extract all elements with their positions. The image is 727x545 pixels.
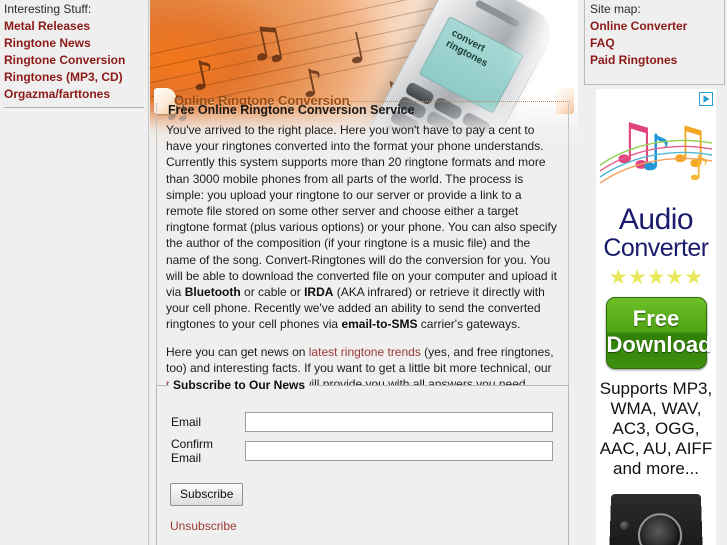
page-title: Free Online Ringtone Conversion Service (168, 103, 415, 117)
center-column: ♪ ♫ ♪ ♩ ♫ ♪ convert ringtones Online Rin… (149, 0, 578, 545)
interesting-stuff-heading: Interesting Stuff: (4, 2, 92, 16)
ad-title-line-2: Converter (603, 233, 709, 262)
sidebar-link-ringtones-mp3-cd[interactable]: Ringtones (MP3, CD) (2, 69, 148, 86)
keyword-bluetooth: Bluetooth (184, 285, 241, 300)
ad-cta-line-2: Download (606, 332, 712, 358)
speaker-led-icon (619, 521, 630, 530)
link-latest-ringtone-trends[interactable]: latest ringtone trends (309, 345, 421, 359)
confirm-email-row: Confirm Email (171, 437, 553, 465)
intro-p2-part-a: Here you can get news on (166, 344, 309, 359)
subscribe-fieldset: Subscribe to Our News Email Confirm Emai… (156, 378, 569, 545)
sitemap-link-online-converter[interactable]: Online Converter (588, 18, 724, 35)
speaker-image (608, 494, 704, 545)
sitemap-link-faq[interactable]: FAQ (588, 35, 724, 52)
subscribe-legend: Subscribe to Our News (169, 378, 310, 392)
sidebar-link-metal-releases[interactable]: Metal Releases (2, 18, 148, 35)
ad-music-notes-image: ♫ ♪ ♫ ♪ (596, 105, 716, 201)
intro-p1-part-a: You've arrived to the right place. Here … (166, 123, 557, 300)
sitemap-heading: Site map: (590, 2, 641, 16)
left-sidebar: Interesting Stuff: Metal Releases Ringto… (0, 0, 149, 545)
ad-rating-stars: ★★★★★ (608, 266, 704, 290)
sidebar-divider (4, 107, 144, 111)
main-content-panel: Free Online Ringtone Conversion Service … (156, 103, 569, 402)
ad-title: Audio Converter (596, 203, 716, 262)
ad-supported-formats: Supports MP3, WMA, WAV, AC3, OGG, AAC, A… (599, 379, 713, 479)
ad-staff-lines (599, 139, 713, 184)
ad-title-line-1: Audio (618, 203, 694, 236)
email-row: Email (171, 411, 553, 433)
sidebar-link-ringtone-news[interactable]: Ringtone News (2, 35, 148, 52)
right-sidebar: Site map: Online Converter FAQ Paid Ring… (578, 0, 727, 545)
ad-cta-line-1: Free (632, 306, 680, 332)
confirm-email-input[interactable] (245, 441, 553, 461)
sitemap-menu: Site map: Online Converter FAQ Paid Ring… (584, 0, 725, 85)
intro-p1-part-b: or cable or (240, 285, 305, 300)
subscribe-button[interactable]: Subscribe (170, 483, 244, 506)
keyword-irda: IRDA (304, 285, 334, 300)
intro-p1-part-d: carrier's gateways. (417, 317, 521, 332)
interesting-stuff-menu: Interesting Stuff: Metal Releases Ringto… (0, 0, 148, 103)
speaker-cone (637, 513, 683, 545)
sidebar-link-orgazma-farttones[interactable]: Orgazma/farttones (2, 86, 148, 103)
email-input[interactable] (245, 412, 553, 432)
adchoices-icon[interactable] (699, 92, 713, 106)
keyword-email-to-sms: email-to-SMS (341, 317, 418, 332)
ad-free-download-button[interactable]: Free Download (605, 297, 712, 370)
email-label: Email (171, 415, 202, 429)
phone-screen-text: convert ringtones (443, 27, 490, 70)
intro-paragraph-1: You've arrived to the right place. Here … (166, 122, 559, 333)
advertisement-banner[interactable]: ♫ ♪ ♫ ♪ Audio Converter ★★★★★ Free Downl… (596, 89, 716, 545)
confirm-email-label: Confirm Email (171, 437, 214, 465)
unsubscribe-link[interactable]: Unsubscribe (170, 519, 237, 533)
banner-dotted-rule (345, 101, 570, 102)
sidebar-link-ringtone-conversion[interactable]: Ringtone Conversion (2, 52, 148, 69)
intro-text: You've arrived to the right place. Here … (166, 122, 559, 392)
sitemap-link-paid-ringtones[interactable]: Paid Ringtones (588, 52, 724, 69)
